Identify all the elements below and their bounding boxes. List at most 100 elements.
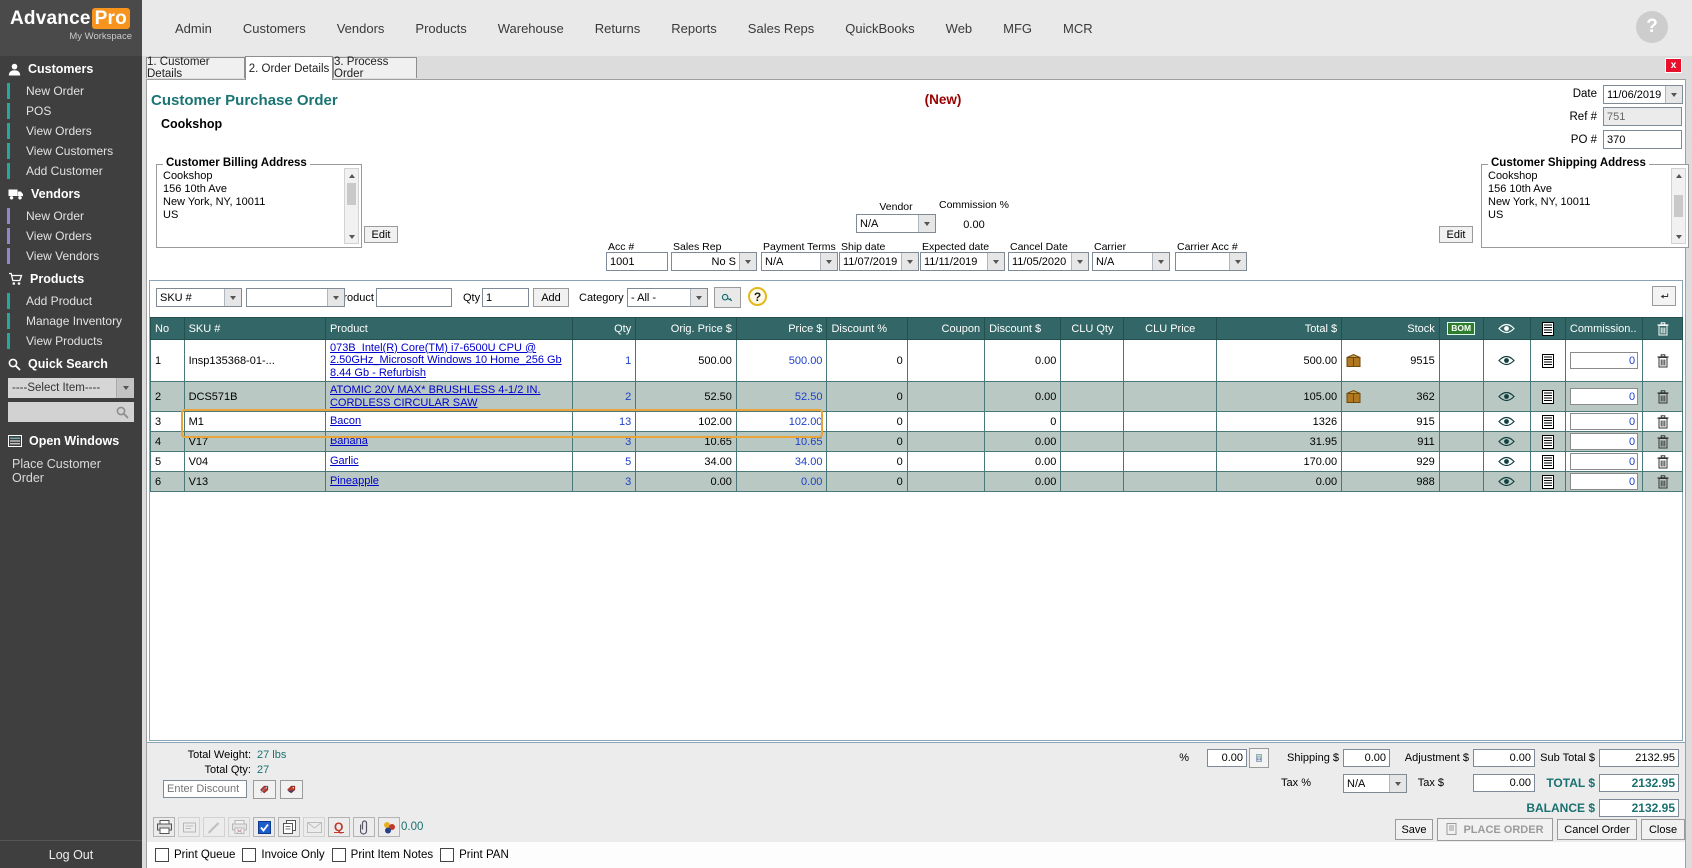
po-field[interactable] [1603, 130, 1682, 149]
logout-button[interactable]: Log Out [0, 840, 142, 868]
ref-field[interactable] [1603, 107, 1682, 126]
pct-field[interactable] [1207, 749, 1247, 767]
scroll-down-icon[interactable] [345, 230, 358, 243]
column-header-clu_price[interactable]: CLU Price [1124, 318, 1217, 340]
sidebar-item-customers-new-order[interactable]: New Order [0, 81, 142, 101]
field-ship-date[interactable]: 11/07/2019 [839, 252, 919, 271]
adjustment-field[interactable] [1473, 749, 1535, 767]
commission-field[interactable]: 0 [1570, 388, 1638, 405]
sidebar-item-products-view-products[interactable]: View Products [0, 331, 142, 351]
eye-icon[interactable] [1488, 355, 1527, 366]
nav-item-sales-reps[interactable]: Sales Reps [748, 21, 814, 36]
notes-icon[interactable] [1535, 455, 1561, 469]
nav-item-web[interactable]: Web [946, 21, 973, 36]
column-header-disc_amt[interactable]: Discount $ [985, 318, 1061, 340]
scroll-down-icon[interactable] [1672, 230, 1685, 243]
product-link[interactable]: Pineapple [330, 475, 379, 487]
column-header-no[interactable]: No [151, 318, 185, 340]
product-link[interactable]: Banana [330, 435, 368, 447]
cell-del[interactable] [1643, 412, 1683, 432]
qty-input[interactable] [482, 288, 529, 307]
scroll-up-icon[interactable] [1672, 169, 1685, 182]
cell-notes[interactable] [1531, 452, 1566, 472]
field-cancel-date[interactable]: 11/05/2020 [1008, 252, 1089, 271]
sidebar-section-products[interactable]: Products [0, 266, 142, 291]
eye-icon[interactable] [1488, 436, 1527, 447]
shipping-scrollbar[interactable] [1671, 168, 1686, 244]
checkbox-print-pan[interactable]: Print PAN [440, 848, 509, 862]
sku-picker-select[interactable] [246, 288, 345, 307]
total-field[interactable] [1599, 774, 1679, 792]
cell-eye[interactable] [1483, 472, 1531, 492]
tab-2-order-details[interactable]: 2. Order Details [245, 56, 333, 80]
shipping-edit-button[interactable]: Edit [1439, 226, 1473, 243]
trash-icon[interactable] [1647, 354, 1678, 368]
nav-item-admin[interactable]: Admin [175, 21, 212, 36]
copy-order-icon[interactable] [278, 817, 300, 837]
cancel-order-button[interactable]: Cancel Order [1557, 819, 1637, 840]
help-icon[interactable]: ? [748, 287, 767, 306]
shipping-field[interactable] [1343, 749, 1390, 767]
scrollbar-thumb[interactable] [347, 183, 356, 205]
nav-item-reports[interactable]: Reports [671, 21, 717, 36]
notes-icon[interactable] [1535, 390, 1561, 404]
cell-eye[interactable] [1483, 412, 1531, 432]
commission-field[interactable]: 0 [1570, 352, 1638, 369]
notes-icon[interactable] [1535, 415, 1561, 429]
nav-item-products[interactable]: Products [415, 21, 466, 36]
nav-item-vendors[interactable]: Vendors [337, 21, 385, 36]
nav-item-warehouse[interactable]: Warehouse [498, 21, 564, 36]
help-icon[interactable]: ? [1636, 11, 1668, 43]
column-header-orig[interactable]: Orig. Price $ [636, 318, 737, 340]
sidebar-item-customers-view-customers[interactable]: View Customers [0, 141, 142, 161]
column-header-del[interactable] [1643, 318, 1683, 340]
print-preview-icon[interactable] [228, 817, 250, 837]
notes-icon[interactable] [1535, 435, 1561, 449]
cell-eye[interactable] [1483, 452, 1531, 472]
commission-field[interactable]: 0 [1570, 433, 1638, 450]
sidebar-item-vendors-new-order[interactable]: New Order [0, 206, 142, 226]
product-input[interactable] [376, 288, 452, 307]
quick-search-input[interactable] [8, 402, 134, 422]
sidebar-section-quick-search[interactable]: Quick Search [0, 351, 142, 376]
trash-icon[interactable] [1647, 435, 1678, 449]
attachment-icon[interactable] [353, 817, 375, 837]
sidebar-item-customers-view-orders[interactable]: View Orders [0, 121, 142, 141]
email-icon[interactable] [303, 817, 325, 837]
commission-field[interactable]: 0 [1570, 453, 1638, 470]
sidebar-item-products-manage-inventory[interactable]: Manage Inventory [0, 311, 142, 331]
cell-del[interactable] [1643, 452, 1683, 472]
notes-icon[interactable] [1535, 354, 1561, 368]
advanced-search-icon[interactable] [714, 287, 741, 308]
scroll-up-icon[interactable] [345, 169, 358, 182]
column-header-notes[interactable] [1531, 318, 1566, 340]
billing-edit-button[interactable]: Edit [364, 226, 398, 243]
column-header-disc_pct[interactable]: Discount % [827, 318, 907, 340]
product-link[interactable]: 073B_Intel(R) Core(TM) i7-6500U CPU @ 2.… [330, 342, 562, 379]
close-button[interactable]: Close [1641, 819, 1685, 840]
sidebar-item-customers-add-customer[interactable]: Add Customer [0, 161, 142, 181]
cell-del[interactable] [1643, 382, 1683, 412]
eye-icon[interactable] [1488, 456, 1527, 467]
cell-del[interactable] [1643, 472, 1683, 492]
auto-print-checkbox-icon[interactable] [253, 817, 275, 837]
field-carrier[interactable]: N/A [1092, 252, 1170, 271]
trash-icon[interactable] [1647, 475, 1678, 489]
field-expected-date[interactable]: 11/11/2019 [920, 252, 1005, 271]
checkbox-print-item-notes[interactable]: Print Item Notes [332, 848, 433, 862]
field-acc[interactable] [606, 252, 668, 271]
cell-notes[interactable] [1531, 382, 1566, 412]
calculator-icon[interactable] [1249, 748, 1269, 768]
cell-eye[interactable] [1483, 382, 1531, 412]
place-order-button[interactable]: PLACE ORDER [1437, 818, 1553, 841]
commission-field[interactable]: 0 [1570, 413, 1638, 430]
product-link[interactable]: ATOMIC 20V MAX* BRUSHLESS 4-1/2 IN. CORD… [330, 384, 541, 409]
sidebar-section-open-windows[interactable]: Open Windows [0, 428, 142, 453]
eye-icon[interactable] [1488, 391, 1527, 402]
column-header-price[interactable]: Price $ [736, 318, 827, 340]
sku-type-select[interactable]: SKU # [156, 288, 242, 307]
nav-item-customers[interactable]: Customers [243, 21, 306, 36]
enter-discount-input[interactable] [163, 780, 247, 798]
balance-field[interactable] [1599, 799, 1679, 817]
tab-3-process-order[interactable]: 3. Process Order [333, 57, 417, 78]
